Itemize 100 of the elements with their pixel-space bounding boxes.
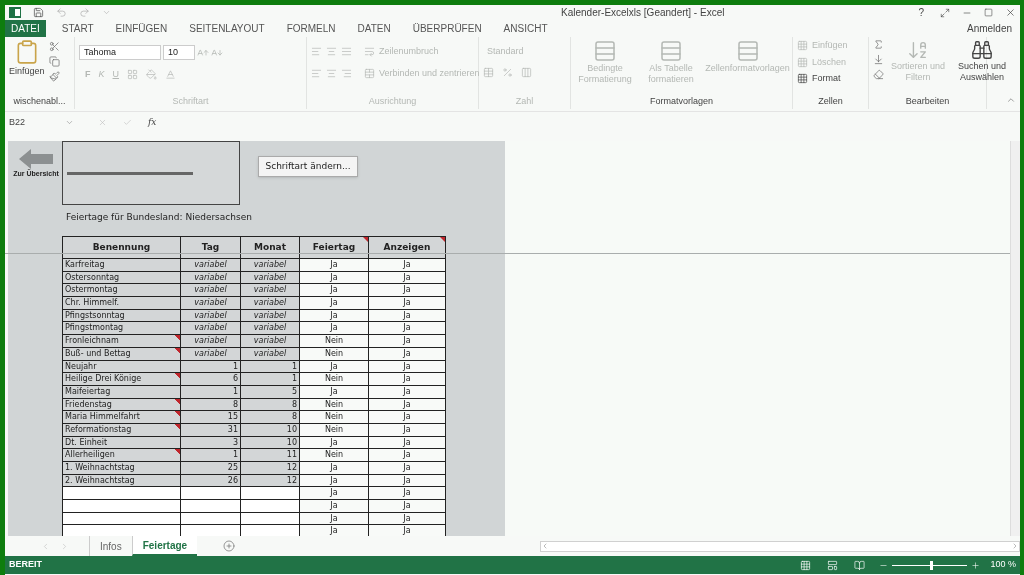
page-layout-icon[interactable] [827, 559, 839, 571]
percent-icon[interactable] [502, 66, 513, 78]
back-arrow-icon[interactable] [19, 149, 53, 169]
fill-color-icon[interactable] [146, 69, 157, 81]
table-cell[interactable] [241, 525, 300, 536]
table-cell[interactable]: Ja [369, 284, 446, 298]
table-cell[interactable]: 6 [181, 373, 241, 386]
table-cell[interactable]: 11 [241, 449, 300, 462]
ribbon-tab[interactable]: ÜBERPRÜFEN [406, 20, 488, 37]
table-cell[interactable]: Karfreitag [63, 259, 181, 272]
insert-function-button[interactable]: fx [148, 115, 157, 130]
table-cell[interactable]: Ja [300, 500, 369, 513]
table-cell[interactable]: Chr. Himmelf. [63, 297, 181, 310]
ribbon-tab[interactable]: START [55, 20, 100, 37]
ribbon-tab[interactable]: SEITENLAYOUT [183, 20, 271, 37]
table-cell[interactable]: 25 [181, 462, 241, 475]
table-cell[interactable]: Ja [369, 525, 446, 536]
editing-button[interactable]: Suchen und Auswählen [952, 39, 1012, 95]
copy-icon[interactable] [48, 56, 60, 67]
table-cell[interactable]: Ja [369, 259, 446, 272]
table-cell[interactable]: Ja [369, 322, 446, 336]
table-cell[interactable]: Pfingstmontag [63, 322, 181, 336]
table-cell[interactable]: Nein [300, 411, 369, 424]
table-cell[interactable] [181, 500, 241, 513]
table-cell[interactable]: variabel [241, 259, 300, 272]
excel-logo-icon[interactable] [9, 7, 21, 18]
cut-icon[interactable] [48, 41, 60, 52]
zoom-thumb[interactable] [929, 560, 933, 570]
paste-button[interactable]: Einfügen [9, 39, 45, 95]
table-cell[interactable]: 1 [241, 373, 300, 386]
table-cell[interactable]: Ja [369, 373, 446, 386]
table-cell[interactable]: Nein [300, 449, 369, 462]
table-cell[interactable]: variabel [241, 322, 300, 336]
sum-icon[interactable] [873, 39, 884, 50]
table-cell[interactable]: variabel [181, 335, 241, 348]
format-painter-icon[interactable] [48, 71, 60, 82]
vertical-scrollbar[interactable] [1010, 141, 1020, 536]
table-cell[interactable]: Ja [300, 284, 369, 298]
eraser-icon[interactable] [873, 69, 884, 80]
table-cell[interactable]: variabel [181, 322, 241, 336]
table-cell[interactable]: Ja [369, 462, 446, 475]
sign-in-link[interactable]: Anmelden [966, 21, 1012, 36]
table-cell[interactable]: variabel [241, 335, 300, 348]
table-cell[interactable] [241, 500, 300, 513]
table-cell[interactable] [63, 487, 181, 501]
cells-button[interactable]: Format [797, 72, 848, 86]
table-cell[interactable]: Heilige Drei Könige [63, 373, 181, 386]
table-cell[interactable]: Ja [300, 487, 369, 501]
sheet-tab[interactable]: Feiertage [131, 536, 198, 556]
table-cell[interactable] [181, 525, 241, 536]
table-cell[interactable]: Ja [369, 487, 446, 501]
table-cell[interactable]: Ja [369, 411, 446, 424]
ribbon-tab[interactable]: ANSICHT [497, 20, 554, 37]
table-cell[interactable]: Ja [300, 297, 369, 310]
collapse-ribbon-icon[interactable] [1006, 95, 1016, 105]
table-cell[interactable]: variabel [181, 297, 241, 310]
ribbon-tab[interactable]: EINFÜGEN [109, 20, 174, 37]
table-cell[interactable]: Nein [300, 373, 369, 386]
redo-icon[interactable] [79, 7, 90, 18]
page-break-icon[interactable] [854, 559, 866, 571]
table-cell[interactable]: Ja [300, 462, 369, 475]
name-box-dropdown-icon[interactable] [65, 118, 74, 127]
table-cell[interactable]: 1. Weihnachtstag [63, 462, 181, 475]
align-top-icon[interactable] [311, 46, 322, 58]
ribbon-tab[interactable]: DATEI [5, 20, 46, 37]
table-cell[interactable]: Nein [300, 335, 369, 348]
ribbon-display-icon[interactable] [940, 7, 950, 18]
horizontal-scrollbar[interactable] [540, 540, 1020, 552]
zoom-in-icon[interactable] [971, 560, 981, 570]
table-cell[interactable]: Ja [300, 525, 369, 536]
table-cell[interactable]: Ja [369, 335, 446, 348]
customize-icon[interactable] [102, 8, 111, 17]
table-cell[interactable] [241, 487, 300, 501]
table-cell[interactable]: Allerheiligen [63, 449, 181, 462]
table-cell[interactable]: Ja [369, 449, 446, 462]
table-cell[interactable] [63, 500, 181, 513]
align-bottom-icon[interactable] [341, 46, 352, 58]
table-cell[interactable]: Ja [369, 500, 446, 513]
save-icon[interactable] [33, 7, 44, 18]
ribbon-tab[interactable]: DATEN [351, 20, 397, 37]
table-cell[interactable]: variabel [181, 284, 241, 298]
name-box[interactable]: B22 [5, 115, 65, 130]
font-color-icon[interactable] [165, 69, 176, 81]
undo-icon[interactable] [56, 7, 67, 18]
ribbon-tab[interactable]: FORMELN [280, 20, 342, 37]
table-cell[interactable] [63, 525, 181, 536]
table-cell[interactable]: variabel [241, 284, 300, 298]
scroll-right-icon[interactable] [60, 541, 69, 551]
zoom-level[interactable]: 100 % [990, 558, 1016, 572]
table-cell[interactable]: variabel [241, 297, 300, 310]
grow-font-icon[interactable] [197, 46, 209, 59]
scroll-left-icon[interactable] [41, 541, 50, 551]
table-cell[interactable]: Ja [300, 259, 369, 272]
fill-icon[interactable] [873, 54, 884, 65]
normal-view-icon[interactable] [800, 559, 812, 571]
table-cell[interactable] [181, 487, 241, 501]
table-cell[interactable]: Ja [300, 322, 369, 336]
shrink-font-icon[interactable] [211, 46, 223, 59]
table-cell[interactable]: 15 [181, 411, 241, 424]
help-button[interactable]: ? [914, 5, 928, 20]
